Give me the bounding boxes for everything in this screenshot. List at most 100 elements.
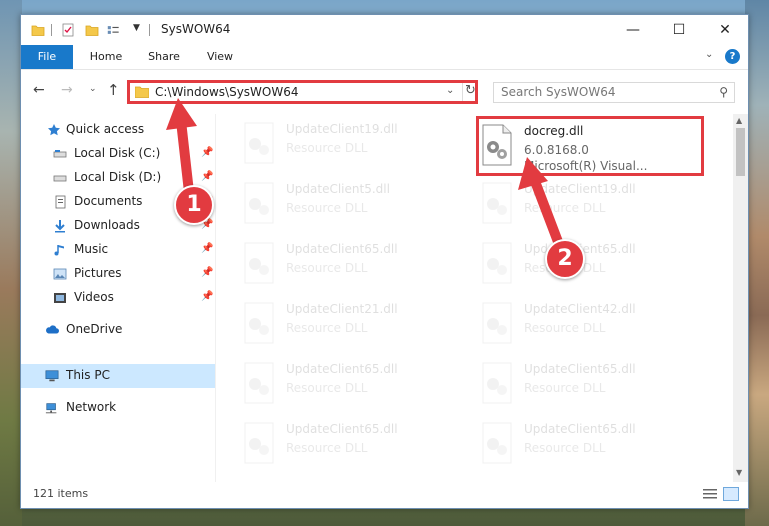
file-type: Resource DLL (524, 201, 606, 215)
address-path[interactable]: C:\Windows\SysWOW64 (155, 85, 299, 99)
search-box[interactable]: Search SysWOW64 ⚲ (493, 82, 735, 103)
sidebar-item-label: Documents (74, 194, 143, 208)
close-button[interactable]: ✕ (702, 15, 748, 45)
file-name: UpdateClient5.dll (286, 182, 390, 196)
documents-icon (55, 195, 66, 209)
sidebar-item-label: OneDrive (66, 322, 123, 336)
file-name: UpdateClient65.dll (524, 362, 636, 376)
sidebar-item-onedrive[interactable]: OneDrive (21, 318, 215, 342)
details-view-icon[interactable] (702, 487, 718, 501)
pin-icon[interactable]: 📌 (201, 243, 213, 254)
tab-home[interactable]: Home (81, 45, 131, 69)
sidebar-item-label: Local Disk (D:) (74, 170, 162, 184)
search-input[interactable]: Search SysWOW64 (501, 85, 615, 99)
pictures-icon (53, 268, 67, 280)
maximize-button[interactable]: ☐ (656, 15, 702, 45)
file-type: Resource DLL (286, 321, 368, 335)
file-tile[interactable]: UpdateClient65.dll Resource DLL (242, 360, 462, 416)
help-icon[interactable]: ? (725, 49, 740, 64)
sidebar-item-local-disk-c[interactable]: Local Disk (C:) 📌 (21, 142, 215, 166)
step-badge-2: 2 (545, 239, 585, 279)
sidebar-item-label: Downloads (74, 218, 140, 232)
dll-file-icon (242, 362, 276, 404)
pin-icon[interactable]: 📌 (201, 267, 213, 278)
file-tile[interactable]: UpdateClient5.dll Resource DLL (242, 180, 462, 236)
sidebar-item-videos[interactable]: Videos 📌 (21, 286, 215, 310)
dll-file-icon (242, 122, 276, 164)
file-tile[interactable]: UpdateClient19.dll Resource DLL (242, 120, 462, 176)
title-separator (149, 24, 150, 36)
quick-access-separator (51, 24, 52, 36)
file-type: Resource DLL (524, 321, 606, 335)
view-options-icon[interactable] (107, 23, 121, 37)
up-arrow-icon[interactable]: ↑ (107, 81, 120, 99)
scroll-up-icon[interactable]: ▲ (736, 116, 742, 125)
file-name: UpdateClient65.dll (286, 422, 398, 436)
vertical-scrollbar[interactable]: ▲ ▼ (733, 114, 748, 482)
scroll-down-icon[interactable]: ▼ (736, 468, 742, 477)
quick-access-dropdown-icon[interactable]: ▼ (133, 23, 140, 33)
sidebar-item-label: Videos (74, 290, 114, 304)
sidebar-item-music[interactable]: Music 📌 (21, 238, 215, 262)
refresh-icon[interactable]: ↻ (462, 83, 478, 101)
dll-file-icon (480, 422, 514, 464)
status-bar: 121 items (21, 482, 748, 508)
file-name: UpdateClient42.dll (524, 302, 636, 316)
file-type: Resource DLL (286, 441, 368, 455)
back-arrow-icon[interactable]: ← (33, 82, 45, 98)
sidebar-item-pictures[interactable]: Pictures 📌 (21, 262, 215, 286)
large-icons-view-icon[interactable] (723, 487, 739, 501)
file-tile[interactable]: UpdateClient65.dll Resource DLL (480, 420, 700, 476)
file-tile[interactable]: UpdateClient42.dll Resource DLL (480, 300, 700, 356)
address-bar[interactable]: C:\Windows\SysWOW64 ⌄ ↻ (127, 80, 478, 104)
sidebar-item-label: Music (74, 242, 109, 256)
network-icon (45, 403, 57, 414)
dll-file-icon (242, 182, 276, 224)
folder-icon[interactable] (31, 23, 45, 37)
address-dropdown-icon[interactable]: ⌄ (446, 85, 454, 96)
file-name: UpdateClient21.dll (286, 302, 398, 316)
tab-view[interactable]: View (197, 45, 243, 69)
tab-share[interactable]: Share (139, 45, 189, 69)
expand-ribbon-icon[interactable]: ⌄ (705, 49, 713, 60)
sidebar-item-quick-access[interactable]: Quick access (21, 118, 215, 142)
videos-icon (54, 293, 66, 303)
cloud-icon (46, 325, 59, 334)
recent-locations-icon[interactable]: ⌄ (89, 84, 97, 94)
dll-file-icon (480, 362, 514, 404)
pin-icon[interactable]: 📌 (201, 147, 213, 158)
file-tile[interactable]: UpdateClient65.dll Resource DLL (242, 240, 462, 296)
file-name: UpdateClient65.dll (286, 242, 398, 256)
forward-arrow-icon[interactable]: → (61, 82, 73, 98)
title-bar: ▼ SysWOW64 — ☐ ✕ (21, 15, 748, 45)
properties-icon[interactable] (61, 23, 75, 37)
file-type: Resource DLL (286, 261, 368, 275)
scrollbar-thumb[interactable] (736, 128, 745, 176)
sidebar-item-this-pc[interactable]: This PC (21, 364, 215, 388)
sidebar-item-label: Quick access (66, 122, 145, 136)
file-type: Resource DLL (286, 141, 368, 155)
sidebar-item-label: This PC (66, 368, 110, 382)
folder-icon (135, 86, 149, 98)
sidebar-item-network[interactable]: Network (21, 396, 215, 420)
file-tile[interactable]: UpdateClient65.dll Resource DLL (242, 420, 462, 476)
sidebar-item-label: Pictures (74, 266, 122, 280)
navigation-pane: Quick access Local Disk (C:) 📌 Local Dis… (21, 114, 216, 482)
file-tile[interactable]: UpdateClient19.dll Resource DLL (480, 180, 700, 236)
file-tile[interactable]: UpdateClient65.dll Resource DLL (480, 240, 700, 296)
search-icon[interactable]: ⚲ (719, 85, 728, 99)
file-type: Resource DLL (524, 381, 606, 395)
minimize-button[interactable]: — (610, 15, 656, 45)
file-tile[interactable]: UpdateClient65.dll Resource DLL (480, 360, 700, 416)
file-name: UpdateClient65.dll (524, 422, 636, 436)
file-type: Resource DLL (286, 201, 368, 215)
docreg-highlight-box (476, 116, 704, 176)
pin-icon[interactable]: 📌 (201, 171, 213, 182)
star-icon (48, 124, 60, 136)
file-tile[interactable]: UpdateClient21.dll Resource DLL (242, 300, 462, 356)
pin-icon[interactable]: 📌 (201, 291, 213, 302)
navigation-bar: ← → ⌄ ↑ C:\Windows\SysWOW64 ⌄ ↻ Search S… (21, 70, 748, 114)
computer-icon (45, 370, 59, 382)
tab-file[interactable]: File (21, 45, 73, 69)
new-folder-icon[interactable] (85, 23, 99, 37)
